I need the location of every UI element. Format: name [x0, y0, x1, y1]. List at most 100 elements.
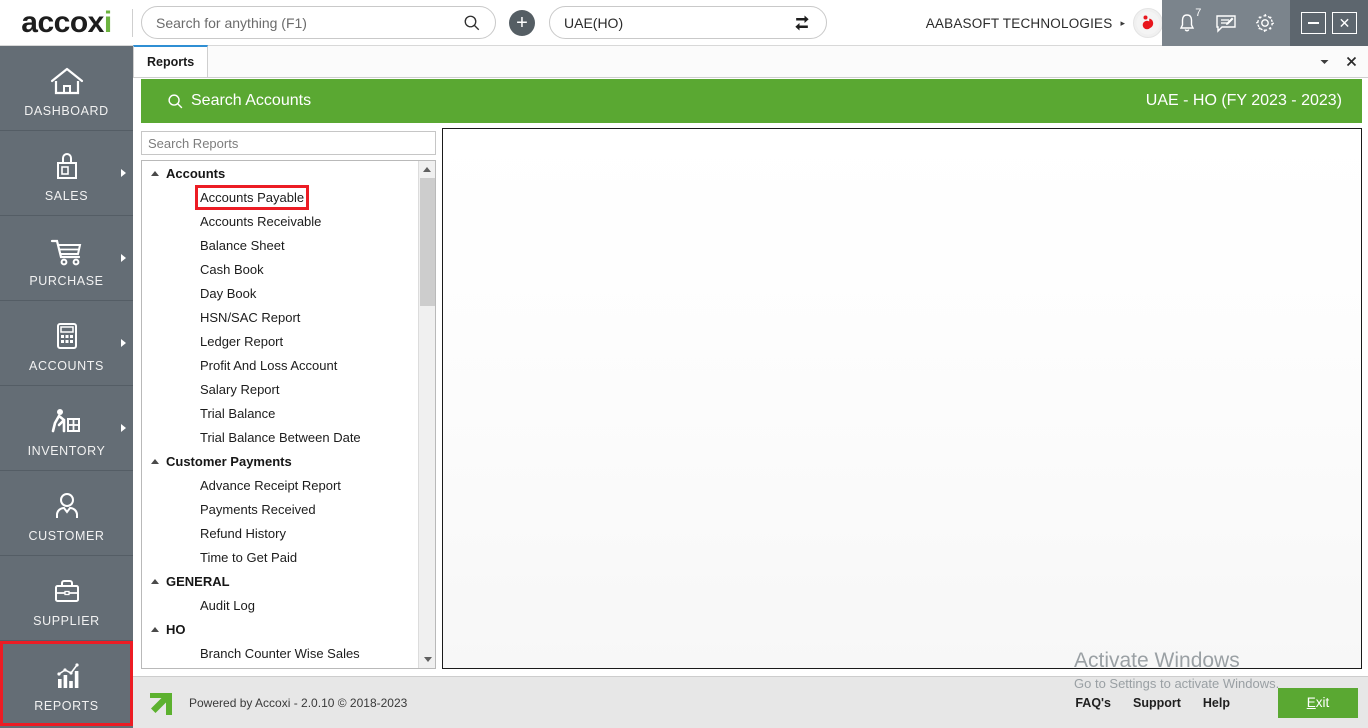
- organization-name: AABASOFT TECHNOLOGIES: [926, 16, 1113, 31]
- report-group-label: Accounts: [166, 166, 225, 181]
- settings-button[interactable]: [1253, 11, 1277, 35]
- reports-tree: Accounts Accounts Payable Accounts Recei…: [141, 160, 436, 669]
- report-item-refund-history[interactable]: Refund History: [142, 521, 419, 545]
- report-item-label: Balance Sheet: [200, 238, 285, 253]
- briefcase-icon: [50, 569, 84, 607]
- sidebar-item-customer[interactable]: CUSTOMER: [0, 471, 133, 556]
- report-item-label: Time to Get Paid: [200, 550, 297, 565]
- report-item-time-to-get-paid[interactable]: Time to Get Paid: [142, 545, 419, 569]
- close-icon[interactable]: [1345, 55, 1358, 68]
- chevron-down-icon[interactable]: [1318, 55, 1331, 68]
- footer-links: FAQ's Support Help Exit: [1075, 688, 1358, 718]
- report-item-label: Trial Balance: [200, 406, 275, 421]
- report-item-label: Accounts Receivable: [200, 214, 321, 229]
- user-avatar-icon: [1136, 11, 1160, 35]
- top-bar: accoxi + UAE(HO) AABASOFT TECHNOLOGIES ▸: [0, 0, 1368, 46]
- company-fiscal-label: UAE - HO (FY 2023 - 2023): [1146, 92, 1342, 110]
- report-item-label: Accounts Payable: [200, 190, 304, 205]
- report-group-general[interactable]: GENERAL: [142, 569, 419, 593]
- sidebar-item-accounts[interactable]: ACCOUNTS: [0, 301, 133, 386]
- minimize-button[interactable]: [1301, 12, 1326, 34]
- report-item-audit-log[interactable]: Audit Log: [142, 593, 419, 617]
- scroll-down-button[interactable]: [419, 651, 436, 668]
- switch-branch-icon[interactable]: [792, 13, 812, 33]
- report-item-ledger-report[interactable]: Ledger Report: [142, 329, 419, 353]
- search-reports-input[interactable]: [148, 136, 429, 151]
- report-item-day-book[interactable]: Day Book: [142, 281, 419, 305]
- chevron-right-icon: ▸: [1120, 18, 1125, 29]
- report-item-advance-receipt-report[interactable]: Advance Receipt Report: [142, 473, 419, 497]
- tab-reports[interactable]: Reports: [133, 45, 208, 77]
- powered-by-text: Powered by Accoxi - 2.0.10 © 2018-2023: [189, 696, 407, 710]
- messages-button[interactable]: [1214, 11, 1238, 35]
- organization-menu[interactable]: AABASOFT TECHNOLOGIES ▸: [926, 0, 1163, 46]
- scrollbar-thumb[interactable]: [420, 178, 435, 306]
- report-item-payments-received[interactable]: Payments Received: [142, 497, 419, 521]
- reports-scrollbar[interactable]: [418, 161, 435, 668]
- report-item-label: Branch Counter Wise Sales: [200, 646, 360, 661]
- sidebar-item-reports[interactable]: REPORTS: [0, 641, 133, 726]
- report-item-label: Refund History: [200, 526, 286, 541]
- report-item-trial-balance-between-date[interactable]: Trial Balance Between Date: [142, 425, 419, 449]
- system-icons: 7: [1162, 0, 1290, 46]
- sidebar-label: CUSTOMER: [28, 529, 104, 543]
- avatar[interactable]: [1133, 8, 1163, 38]
- main-sidebar: DASHBOARD SALES: [0, 46, 133, 728]
- report-group-ho[interactable]: HO: [142, 617, 419, 641]
- home-icon: [49, 59, 85, 97]
- footer-link-help[interactable]: Help: [1203, 696, 1230, 710]
- sidebar-label: PURCHASE: [29, 274, 103, 288]
- search-reports-box[interactable]: [141, 131, 436, 155]
- report-item-cash-book[interactable]: Cash Book: [142, 257, 419, 281]
- report-item-label: HSN/SAC Report: [200, 310, 300, 325]
- sidebar-item-inventory[interactable]: INVENTORY: [0, 386, 133, 471]
- footer-link-support[interactable]: Support: [1133, 696, 1181, 710]
- accoxi-arrow-logo-icon: [147, 689, 175, 717]
- bar-chart-icon: [50, 654, 84, 692]
- report-item-profit-and-loss-account[interactable]: Profit And Loss Account: [142, 353, 419, 377]
- chevron-right-icon: [121, 169, 126, 177]
- shopping-cart-icon: [48, 229, 86, 267]
- sidebar-item-supplier[interactable]: SUPPLIER: [0, 556, 133, 641]
- report-group-customer-payments[interactable]: Customer Payments: [142, 449, 419, 473]
- window-controls: ✕: [1290, 0, 1368, 46]
- report-item-accounts-receivable[interactable]: Accounts Receivable: [142, 209, 419, 233]
- logo-divider: [132, 9, 133, 37]
- logo-accent-letter: i: [104, 6, 112, 40]
- report-item-label: Audit Log: [200, 598, 255, 613]
- report-item-label: Cash Book: [200, 262, 264, 277]
- report-item-label: Advance Receipt Report: [200, 478, 341, 493]
- report-item-hsn-sac-report[interactable]: HSN/SAC Report: [142, 305, 419, 329]
- close-button[interactable]: ✕: [1332, 12, 1357, 34]
- report-item-label: Trial Balance Between Date: [200, 430, 361, 445]
- footer-link-faqs[interactable]: FAQ's: [1075, 696, 1111, 710]
- report-item-trial-balance[interactable]: Trial Balance: [142, 401, 419, 425]
- report-item-balance-sheet[interactable]: Balance Sheet: [142, 233, 419, 257]
- report-group-label: HO: [166, 622, 186, 637]
- calculator-icon: [50, 314, 84, 352]
- close-icon: ✕: [1339, 15, 1351, 32]
- global-search[interactable]: [141, 6, 496, 39]
- sidebar-label: REPORTS: [34, 699, 98, 713]
- exit-label: xit: [1316, 695, 1330, 710]
- chevron-up-icon: [151, 459, 159, 464]
- notifications-button[interactable]: 7: [1175, 11, 1199, 35]
- add-new-button[interactable]: +: [509, 10, 535, 36]
- gear-icon: [1253, 11, 1277, 35]
- triangle-down-icon: [424, 657, 432, 662]
- sidebar-label: SUPPLIER: [33, 614, 100, 628]
- sidebar-item-purchase[interactable]: PURCHASE: [0, 216, 133, 301]
- sidebar-item-dashboard[interactable]: DASHBOARD: [0, 46, 133, 131]
- search-input[interactable]: [156, 15, 463, 31]
- report-item-label: Ledger Report: [200, 334, 283, 349]
- report-item-accounts-payable[interactable]: Accounts Payable: [142, 185, 419, 209]
- exit-button[interactable]: Exit: [1278, 688, 1358, 718]
- report-item-branch-counter-wise-sales[interactable]: Branch Counter Wise Sales: [142, 641, 419, 665]
- report-group-accounts[interactable]: Accounts: [142, 161, 419, 185]
- tab-label: Reports: [147, 55, 194, 69]
- report-item-salary-report[interactable]: Salary Report: [142, 377, 419, 401]
- app-logo: accoxi: [0, 0, 133, 46]
- sidebar-item-sales[interactable]: SALES: [0, 131, 133, 216]
- branch-selector[interactable]: UAE(HO): [549, 6, 827, 39]
- scroll-up-button[interactable]: [419, 161, 435, 178]
